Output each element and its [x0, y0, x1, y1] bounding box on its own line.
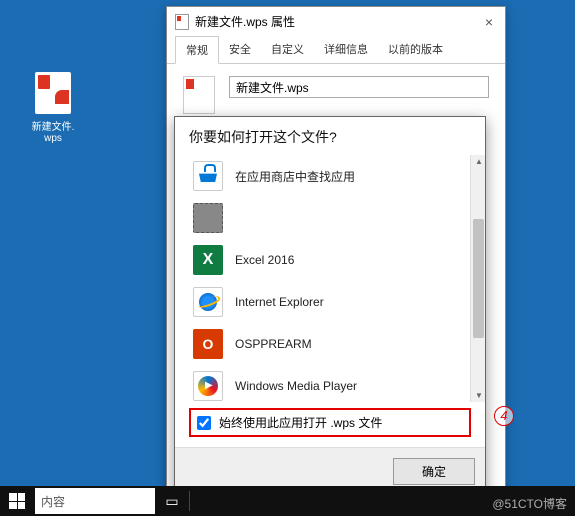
- app-label: Excel 2016: [235, 253, 294, 267]
- scroll-thumb[interactable]: [473, 219, 484, 338]
- properties-titlebar: 新建文件.wps 属性 ×: [167, 7, 505, 36]
- app-list: 在应用商店中查找应用 Excel 2016 Internet Explorer …: [175, 155, 485, 402]
- always-use-row[interactable]: 始终使用此应用打开 .wps 文件: [189, 408, 471, 437]
- scroll-down-icon[interactable]: ▼: [475, 391, 483, 400]
- close-icon[interactable]: ×: [481, 14, 497, 30]
- tab-details[interactable]: 详细信息: [314, 36, 378, 63]
- tab-general[interactable]: 常规: [175, 36, 219, 64]
- app-excel[interactable]: Excel 2016: [189, 239, 477, 281]
- windows-logo-icon: [9, 493, 25, 509]
- app-label: 在应用商店中查找应用: [235, 168, 355, 185]
- app-wmp[interactable]: Windows Media Player: [189, 365, 477, 402]
- app-ie[interactable]: Internet Explorer: [189, 281, 477, 323]
- scrollbar[interactable]: ▲ ▼: [470, 155, 485, 402]
- ok-button[interactable]: 确定: [393, 458, 475, 485]
- excel-icon: [193, 245, 223, 275]
- always-use-label: 始终使用此应用打开 .wps 文件: [219, 414, 382, 431]
- watermark-text: @51CTO博客: [492, 495, 567, 512]
- app-label: OSPPREARM: [235, 337, 312, 351]
- search-placeholder: 内容: [41, 493, 65, 510]
- taskbar-divider: [189, 491, 190, 511]
- app-store[interactable]: 在应用商店中查找应用: [189, 155, 477, 197]
- tab-previous-versions[interactable]: 以前的版本: [378, 36, 453, 63]
- open-with-dialog: 你要如何打开这个文件? 在应用商店中查找应用 Excel 2016 Intern…: [174, 116, 486, 496]
- app-label: Windows Media Player: [235, 379, 357, 393]
- always-use-checkbox[interactable]: [197, 416, 211, 430]
- open-with-heading: 你要如何打开这个文件?: [175, 117, 485, 155]
- filename-input[interactable]: [229, 76, 489, 98]
- properties-title-text: 新建文件.wps 属性: [195, 13, 295, 30]
- taskbar-search[interactable]: 内容: [35, 488, 155, 514]
- app-label: Internet Explorer: [235, 295, 324, 309]
- tab-security[interactable]: 安全: [219, 36, 261, 63]
- properties-tabs: 常规 安全 自定义 详细信息 以前的版本: [167, 36, 505, 64]
- taskbar: 内容 ▭: [0, 486, 575, 516]
- store-icon: [193, 161, 223, 191]
- desktop-file-label: 新建文件. wps: [28, 118, 78, 144]
- start-button[interactable]: [0, 486, 34, 516]
- office-icon: [193, 329, 223, 359]
- task-view-button[interactable]: ▭: [155, 486, 189, 516]
- wmp-icon: [193, 371, 223, 401]
- file-type-icon: [183, 76, 215, 114]
- ie-icon: [193, 287, 223, 317]
- unknown-icon: [193, 203, 223, 233]
- desktop-file-icon[interactable]: 新建文件. wps: [28, 72, 78, 144]
- annotation-step-4: 4: [494, 406, 514, 426]
- tab-custom[interactable]: 自定义: [261, 36, 314, 63]
- title-doc-icon: [175, 14, 189, 30]
- scroll-up-icon[interactable]: ▲: [475, 157, 483, 166]
- wps-file-icon: [35, 72, 71, 114]
- app-ospprearm[interactable]: OSPPREARM: [189, 323, 477, 365]
- app-unknown[interactable]: [189, 197, 477, 239]
